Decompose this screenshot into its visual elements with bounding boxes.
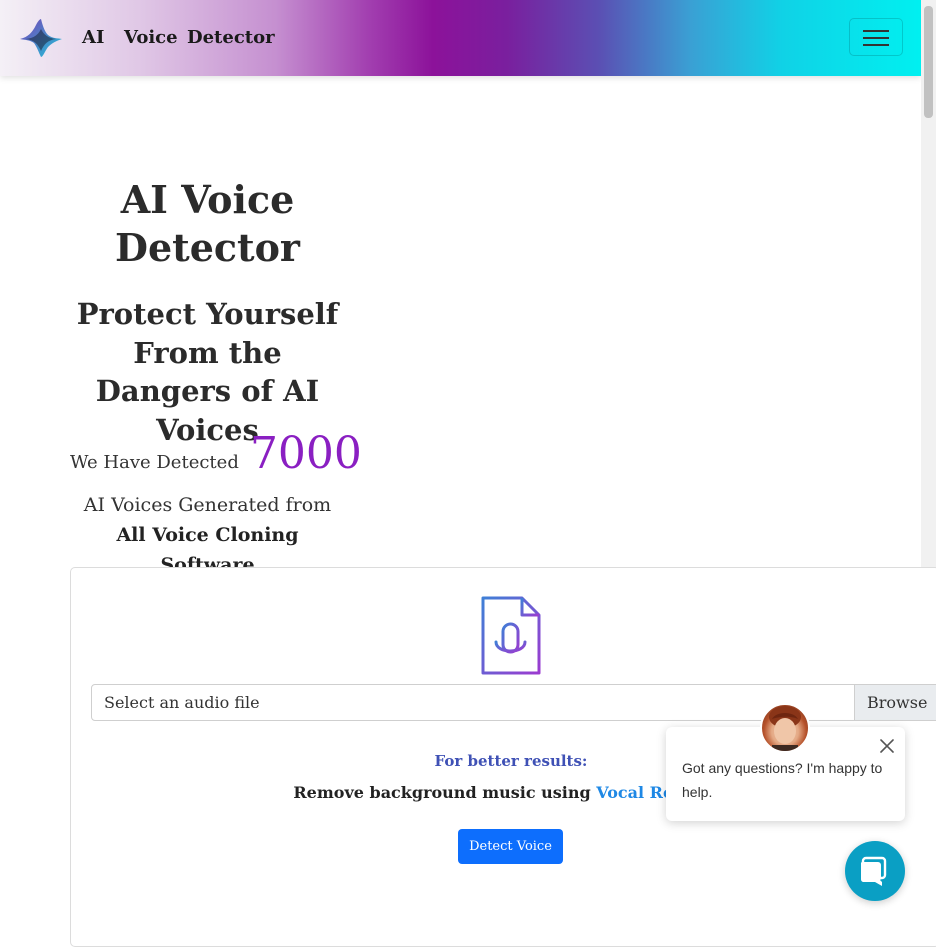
scrollbar-thumb[interactable] bbox=[924, 6, 933, 118]
chat-bubble-icon bbox=[861, 856, 887, 886]
avatar bbox=[760, 703, 810, 753]
chat-launcher-button[interactable] bbox=[845, 841, 905, 901]
page-title: AI Voice Detector bbox=[115, 177, 300, 270]
brand-word-detector[interactable]: Detector bbox=[187, 27, 275, 48]
page-subtitle: Protect Yourself From the Dangers of AI … bbox=[76, 297, 339, 447]
hamburger-menu-icon bbox=[863, 30, 889, 32]
avatar-face-icon bbox=[769, 706, 801, 751]
generated-text: AI Voices Generated from bbox=[83, 494, 332, 516]
top-navbar: AI Voice Detector bbox=[0, 0, 921, 76]
waveform-logo-icon[interactable] bbox=[20, 19, 62, 57]
detected-lead-text: We Have Detected bbox=[70, 452, 239, 473]
brand-word-ai[interactable]: AI bbox=[82, 27, 104, 48]
audio-file-icon bbox=[481, 596, 541, 675]
browse-button[interactable]: Browse bbox=[854, 685, 936, 720]
hamburger-menu-button[interactable] bbox=[849, 18, 903, 56]
file-input-label: Select an audio file bbox=[104, 693, 260, 712]
detected-count: 7000 bbox=[249, 428, 362, 479]
tip-text-lead: Remove background music using bbox=[293, 783, 597, 802]
audio-file-input[interactable]: Select an audio file Browse bbox=[91, 684, 936, 721]
detection-counter: We Have Detected 7000 bbox=[70, 428, 362, 479]
brand-word-voice[interactable]: Voice bbox=[124, 27, 178, 48]
detect-voice-button[interactable]: Detect Voice bbox=[458, 829, 563, 864]
chat-message: Got any questions? I'm happy to help. bbox=[682, 760, 883, 800]
close-icon[interactable] bbox=[877, 736, 897, 756]
